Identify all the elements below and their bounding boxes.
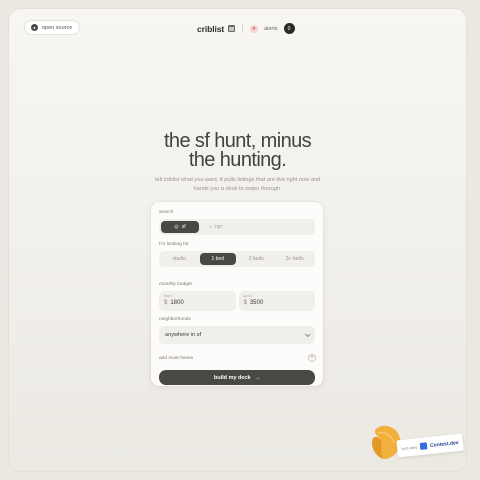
area-option-nyc[interactable]: ⌂ nyc [201, 221, 313, 233]
arrow-right-icon: → [254, 374, 261, 381]
budget-min-field[interactable]: from $1800 [159, 291, 236, 311]
budget-range: from $1800 up to $3500 [159, 291, 315, 311]
hero-title-line2: the hunting. [188, 149, 287, 171]
budget-max-value: $3500 [244, 300, 264, 306]
pin-icon: ◎ [174, 224, 179, 230]
contest-logo-icon [419, 442, 428, 451]
open-source-button[interactable]: ● open source [24, 20, 81, 35]
city-icon: ⌂ [209, 224, 213, 230]
github-icon: ● [31, 24, 38, 31]
hero-title: the sf hunt, minus the hunting. [9, 131, 466, 171]
bed-option-1-bed[interactable]: 1 bed [199, 253, 236, 265]
calendar-icon [228, 25, 236, 32]
contest-name: Contest.dev [429, 439, 459, 449]
app-frame: ● open source criblist ♥ alerts 0 the sf… [9, 9, 466, 471]
area-option-sf[interactable]: ◎ sf [161, 221, 199, 233]
alerts-count-badge[interactable]: 0 [283, 23, 295, 34]
budget-max-field[interactable]: up to $3500 [238, 291, 315, 311]
search-form-card: search ◎ sf ⌂ nyc I'm looking for studio… [151, 202, 323, 386]
alerts-label[interactable]: alerts [264, 26, 277, 32]
contest-prefix: built using [401, 444, 418, 451]
brand-name[interactable]: criblist [197, 24, 224, 34]
build-deck-button[interactable]: build my deck → [159, 370, 315, 385]
bed-option-2-beds[interactable]: 2 beds [238, 253, 275, 265]
budget-min-value: $1800 [164, 300, 184, 306]
currency-symbol: $ [243, 300, 247, 306]
neighborhoods-value: anywhere in sf [165, 332, 202, 338]
budget-max-caption: up to [243, 294, 252, 298]
contest-badge[interactable]: built using Contest.dev [396, 433, 464, 458]
neighborhoods-select[interactable]: anywhere in sf [159, 326, 315, 344]
area-option-label: nyc [215, 224, 223, 230]
bed-option-studio[interactable]: studio [161, 253, 198, 265]
currency-symbol: $ [164, 300, 168, 306]
budget-max-number: 3500 [249, 300, 264, 306]
chevron-down-icon [304, 331, 311, 338]
area-option-label: sf [181, 224, 186, 230]
divider [242, 24, 244, 33]
budget-label: monthly budget [159, 282, 192, 287]
neighborhoods-label: neighborhoods [159, 317, 191, 322]
bed-option-3-plus-beds[interactable]: 3+ beds [277, 253, 314, 265]
heart-icon[interactable]: ♥ [250, 24, 259, 33]
add-icon[interactable]: + [308, 354, 316, 362]
brand-bar: criblist ♥ alerts 0 [197, 23, 295, 34]
build-deck-label: build my deck [213, 374, 251, 381]
hero-subtitle: tell criblist what you want. it pulls li… [154, 177, 321, 192]
open-source-label: open source [42, 24, 73, 31]
area-toggle: ◎ sf ⌂ nyc [159, 219, 315, 235]
budget-min-number: 1800 [170, 300, 184, 306]
area-label: search [159, 210, 174, 215]
budget-min-caption: from [164, 294, 171, 298]
bedroom-toggle: studio 1 bed 2 beds 3+ beds [159, 251, 315, 267]
must-haves-label[interactable]: add must-haves [159, 356, 193, 361]
looking-for-label: I'm looking for [159, 242, 189, 247]
